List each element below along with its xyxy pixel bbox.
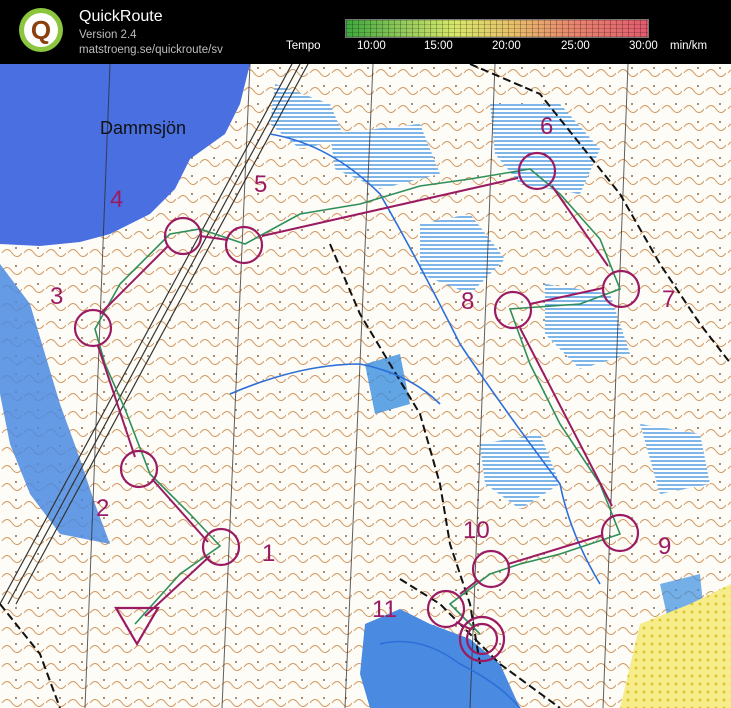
control-label-9: 9: [658, 533, 671, 560]
quickroute-logo-icon: Q: [19, 8, 63, 52]
orienteering-map[interactable]: Dammsjön 1 2 3 4 5 6 7 8 9 10 11: [0, 64, 731, 708]
control-label-3: 3: [50, 283, 63, 310]
header-bar: Q QuickRoute Version 2.4 matstroeng.se/q…: [0, 0, 731, 64]
logo-letter: Q: [31, 15, 51, 45]
control-label-4: 4: [110, 186, 123, 213]
lake-name: Dammsjön: [100, 118, 186, 138]
app-title: QuickRoute: [79, 8, 163, 25]
control-label-10: 10: [463, 517, 490, 544]
tempo-tick-15: 15:00: [424, 40, 453, 52]
control-label-6: 6: [540, 113, 553, 140]
tempo-tick-10: 10:00: [357, 40, 386, 52]
app-version: Version 2.4: [79, 29, 137, 41]
tempo-color-scale: [345, 19, 649, 38]
app-url: matstroeng.se/quickroute/sv: [79, 44, 223, 56]
control-label-11: 11: [372, 596, 397, 623]
tempo-tick-20: 20:00: [492, 40, 521, 52]
tempo-tick-30: 30:00: [629, 40, 658, 52]
control-label-2: 2: [96, 495, 109, 522]
tempo-tick-25: 25:00: [561, 40, 590, 52]
control-label-8: 8: [461, 288, 474, 315]
tempo-unit: min/km: [670, 40, 708, 52]
control-label-1: 1: [262, 540, 275, 567]
control-label-5: 5: [254, 171, 267, 198]
map-canvas: Dammsjön 1 2 3 4 5 6 7 8 9 10 11: [0, 64, 731, 708]
tempo-label: Tempo: [286, 40, 321, 52]
control-label-7: 7: [662, 286, 675, 313]
